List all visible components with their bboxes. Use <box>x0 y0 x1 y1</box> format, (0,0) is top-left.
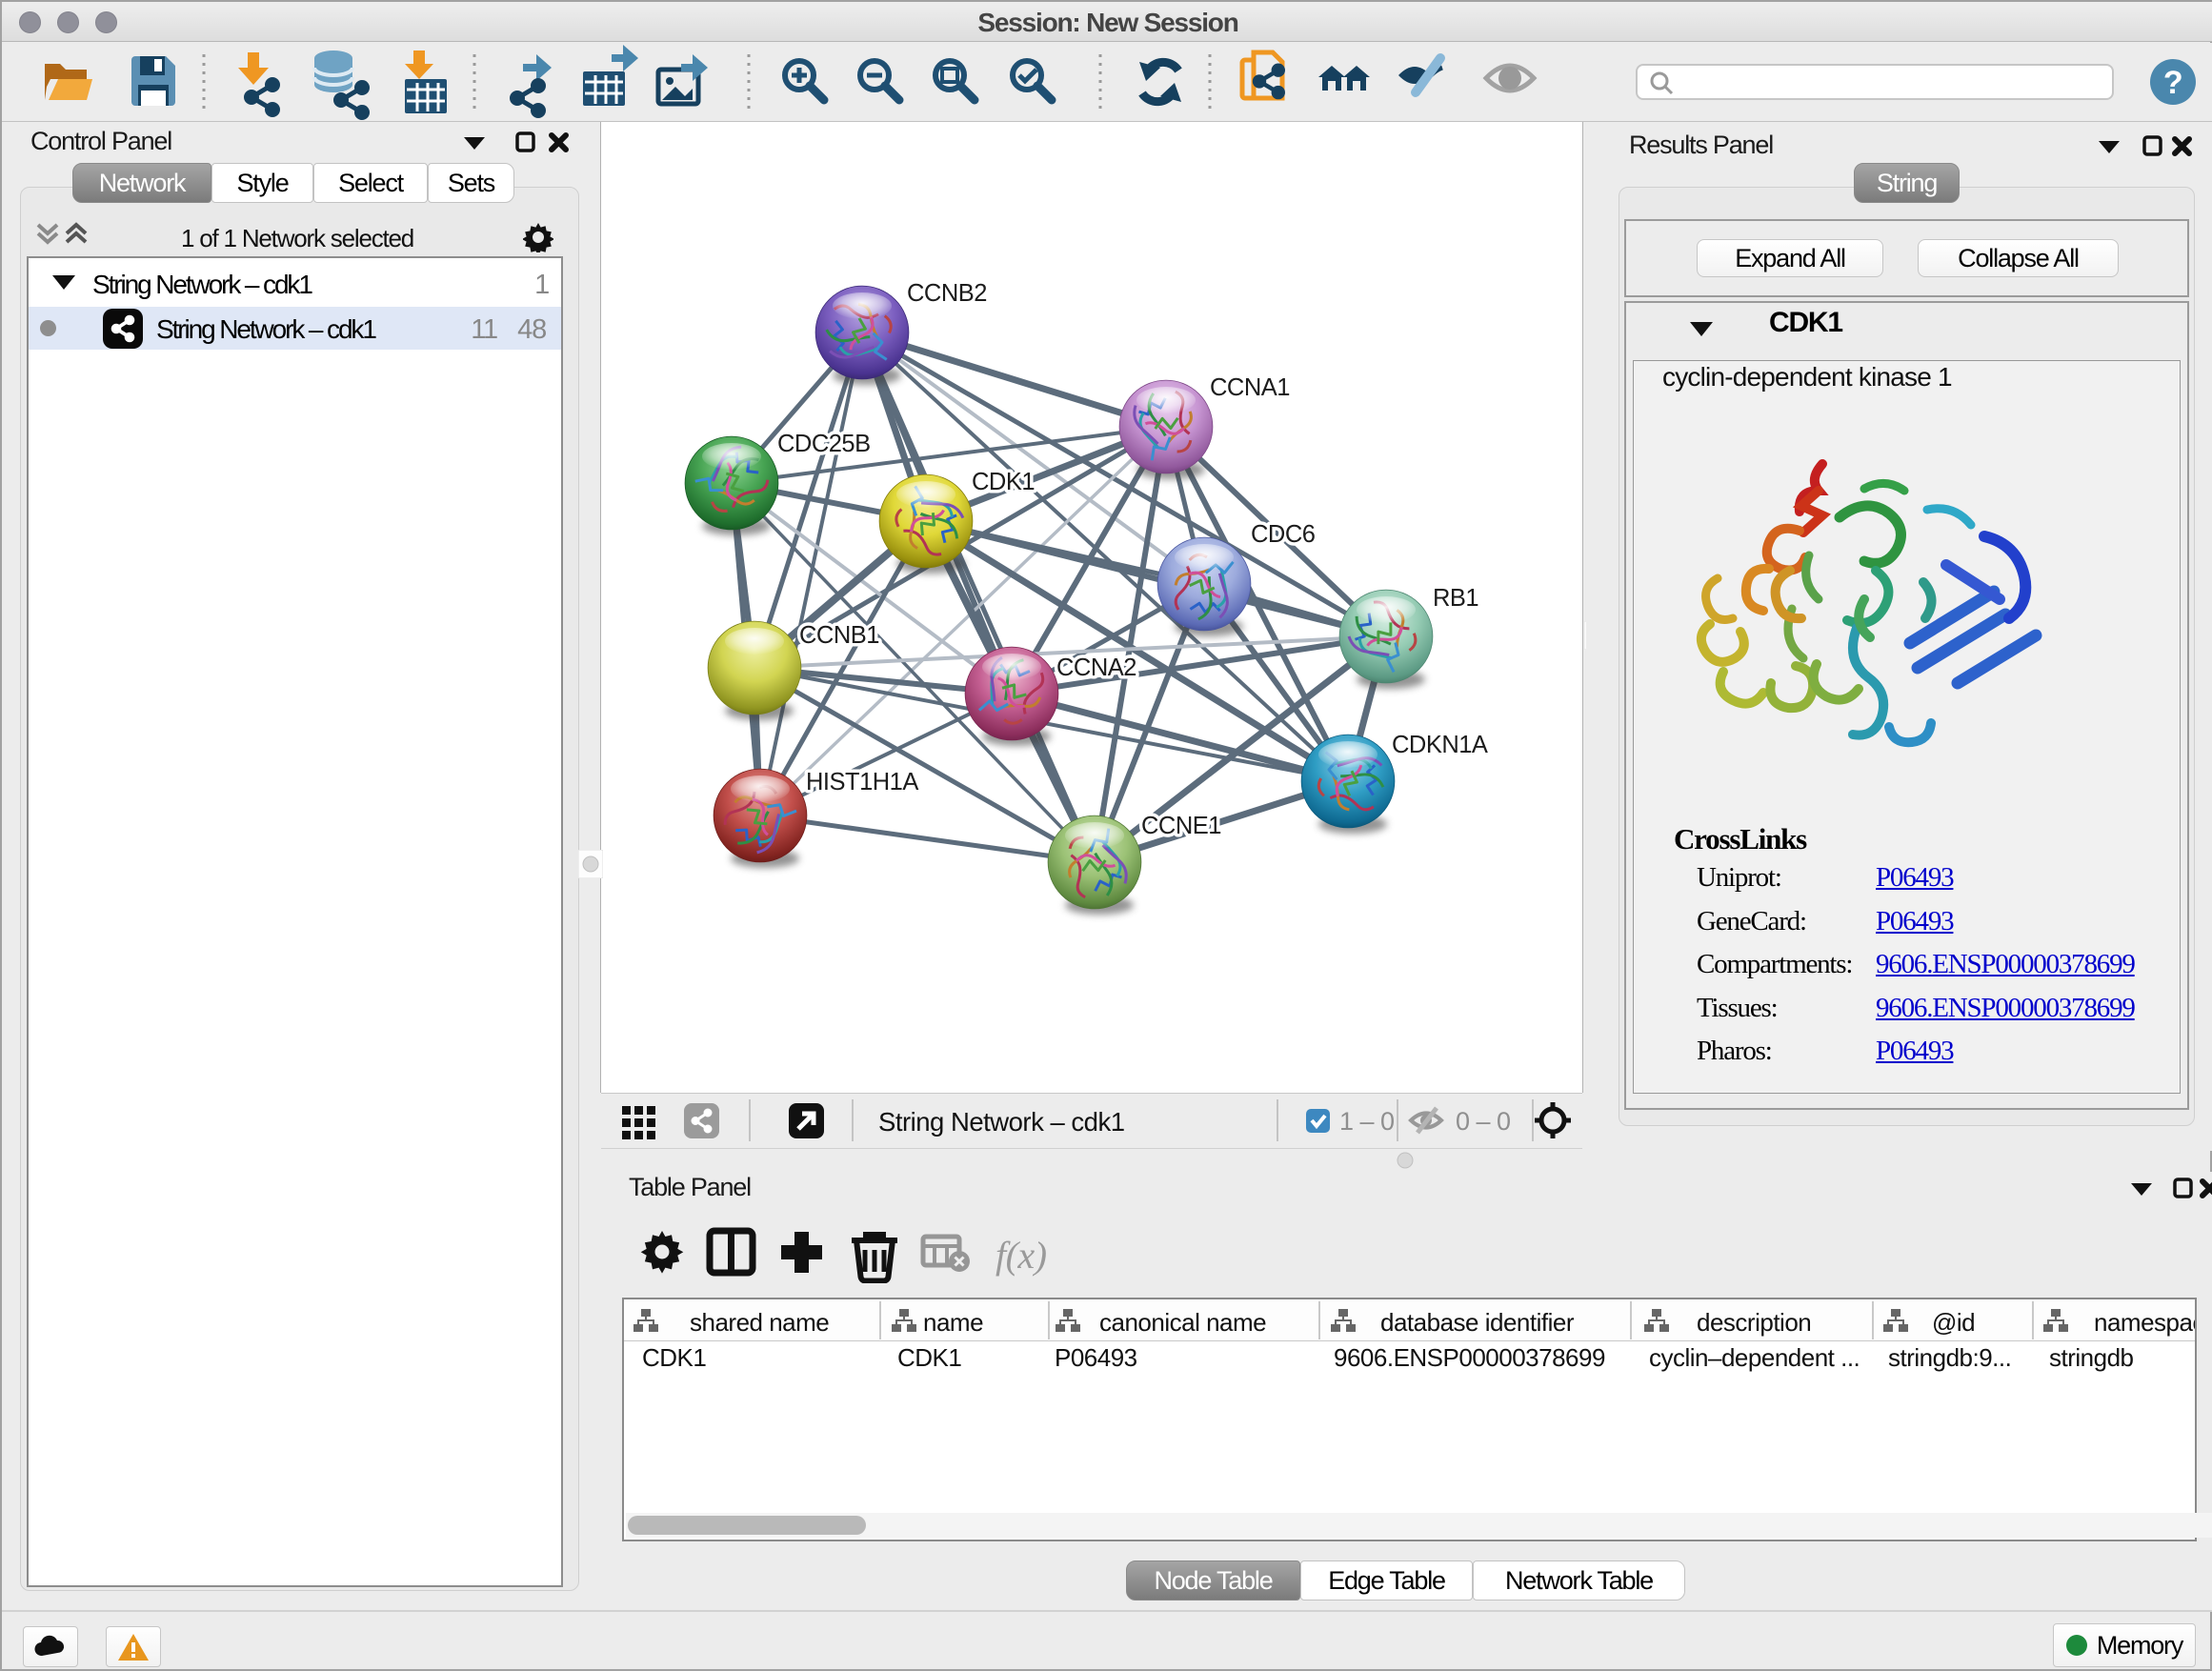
svg-text:RB1: RB1 <box>1433 585 1478 612</box>
svg-text:CCNB2: CCNB2 <box>907 280 987 307</box>
svg-text:shared name: shared name <box>690 1308 829 1337</box>
svg-text:stringdb: stringdb <box>2049 1343 2134 1372</box>
svg-text:1 – 0: 1 – 0 <box>1339 1107 1395 1136</box>
svg-text:namespace: namespace <box>2094 1308 2195 1337</box>
svg-text:0 – 0: 0 – 0 <box>1456 1107 1511 1136</box>
svg-text:CCNA1: CCNA1 <box>1210 374 1290 401</box>
svg-text:CDK1: CDK1 <box>897 1343 961 1372</box>
svg-text:CDC25B: CDC25B <box>777 431 871 457</box>
svg-text:P06493: P06493 <box>1055 1343 1137 1372</box>
svg-text:HIST1H1A: HIST1H1A <box>806 769 918 795</box>
svg-text:description: description <box>1697 1308 1811 1337</box>
svg-text:?: ? <box>2163 65 2182 101</box>
svg-text:name: name <box>923 1308 983 1337</box>
svg-text:CCNA2: CCNA2 <box>1056 654 1136 681</box>
svg-text:CDC6: CDC6 <box>1251 521 1316 548</box>
svg-text:CCNB1: CCNB1 <box>799 622 879 649</box>
svg-text:CDK1: CDK1 <box>642 1343 706 1372</box>
svg-text:canonical name: canonical name <box>1099 1308 1266 1337</box>
svg-text:9606.ENSP00000378699: 9606.ENSP00000378699 <box>1334 1343 1605 1372</box>
svg-text:f(x): f(x) <box>995 1234 1047 1277</box>
svg-text:CDK1: CDK1 <box>972 469 1035 495</box>
svg-text:database identifier: database identifier <box>1380 1308 1575 1337</box>
svg-text:CDKN1A: CDKN1A <box>1392 732 1488 758</box>
svg-text:stringdb:9...: stringdb:9... <box>1888 1343 2011 1372</box>
svg-text:@id: @id <box>1932 1308 1975 1337</box>
svg-text:CCNE1: CCNE1 <box>1141 813 1221 839</box>
svg-text:cyclin–dependent ...: cyclin–dependent ... <box>1649 1343 1860 1372</box>
svg-text:String Network – cdk1: String Network – cdk1 <box>878 1107 1125 1137</box>
